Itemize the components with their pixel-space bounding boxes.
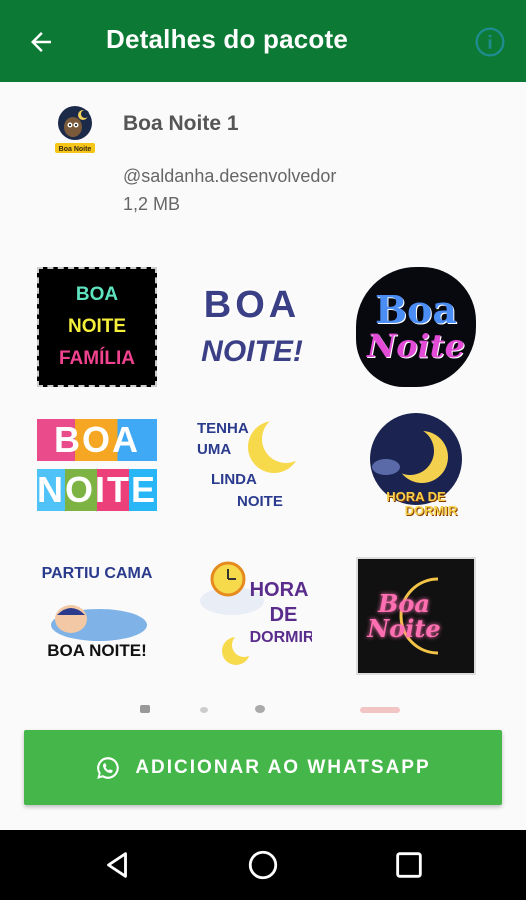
sticker-boa-noite-starry[interactable]: Boa Noite (356, 267, 476, 387)
add-to-whatsapp-button[interactable]: ADICIONAR AO WHATSAPP (24, 730, 502, 805)
sticker-boa-noite-familia[interactable]: BOA NOITE FAMÍLIA (37, 267, 157, 387)
back-triangle-icon[interactable] (100, 848, 134, 882)
pack-author: @saldanha.desenvolvedor (123, 166, 337, 186)
sticker-text: NOITE (237, 492, 283, 510)
arrow-back-icon[interactable] (26, 27, 56, 57)
sticker-hora-de-dormir-clock[interactable]: HORA DE DORMIR (192, 553, 312, 673)
svg-text:Boa Noite: Boa Noite (59, 146, 92, 153)
sticker-boa-noite-neon[interactable]: Boa Noite (356, 557, 476, 675)
sticker-text: BOA (75, 284, 119, 306)
sticker-text: DORMIR (404, 503, 458, 518)
recents-square-icon[interactable] (392, 848, 426, 882)
page-title: Detalhes do pacote (106, 24, 348, 54)
app-bar: Detalhes do pacote (0, 0, 526, 82)
system-nav-bar (0, 830, 526, 900)
sticker-text: Boa (378, 588, 430, 618)
pack-tray-icon: Boa Noite (55, 106, 95, 153)
sticker-text: BOA (203, 284, 301, 327)
pack-size: 1,2 MB (123, 194, 181, 214)
sticker-text: UMA (197, 441, 232, 459)
info-icon[interactable] (474, 26, 506, 58)
add-to-whatsapp-label: ADICIONAR AO WHATSAPP (135, 756, 431, 778)
sticker-partiu-cama[interactable]: PARTIU CAMA BOA NOITE! (37, 553, 157, 673)
sticker-text: LINDA (211, 471, 257, 488)
sticker-text: PARTIU CAMA (41, 564, 153, 582)
sticker-text: Noite (367, 327, 465, 366)
sticker-text: DE (269, 603, 298, 626)
home-circle-icon[interactable] (246, 848, 280, 882)
sticker-text: NOITE (37, 469, 157, 511)
sticker-text: Boa (374, 287, 458, 333)
sticker-boa-noite-moon[interactable]: BOA NOITE! (192, 267, 312, 387)
sticker-text: FAMÍLIA (59, 347, 135, 369)
pack-name: Boa Noite 1 (123, 112, 239, 135)
sticker-text: HORA (249, 578, 309, 601)
sticker-hora-de-dormir-moon[interactable]: HORA DE DORMIR (356, 405, 476, 525)
sticker-partial-row (0, 701, 526, 721)
sticker-text: Noite (367, 614, 441, 643)
sticker-text: NOITE! (201, 335, 303, 369)
sticker-text: NOITE (67, 316, 127, 338)
sticker-text: TENHA (197, 419, 249, 437)
sticker-tenha-uma-linda-noite[interactable]: TENHA UMA LINDA NOITE (192, 405, 312, 525)
sticker-text: BOA (37, 419, 157, 461)
sticker-text: HORA DE (386, 489, 446, 505)
sticker-boa-noite-blocks[interactable]: BOA NOITE (37, 405, 157, 525)
sticker-text: BOA NOITE! (47, 641, 147, 661)
whatsapp-icon (97, 756, 120, 779)
sticker-text: DORMIR (249, 628, 312, 646)
